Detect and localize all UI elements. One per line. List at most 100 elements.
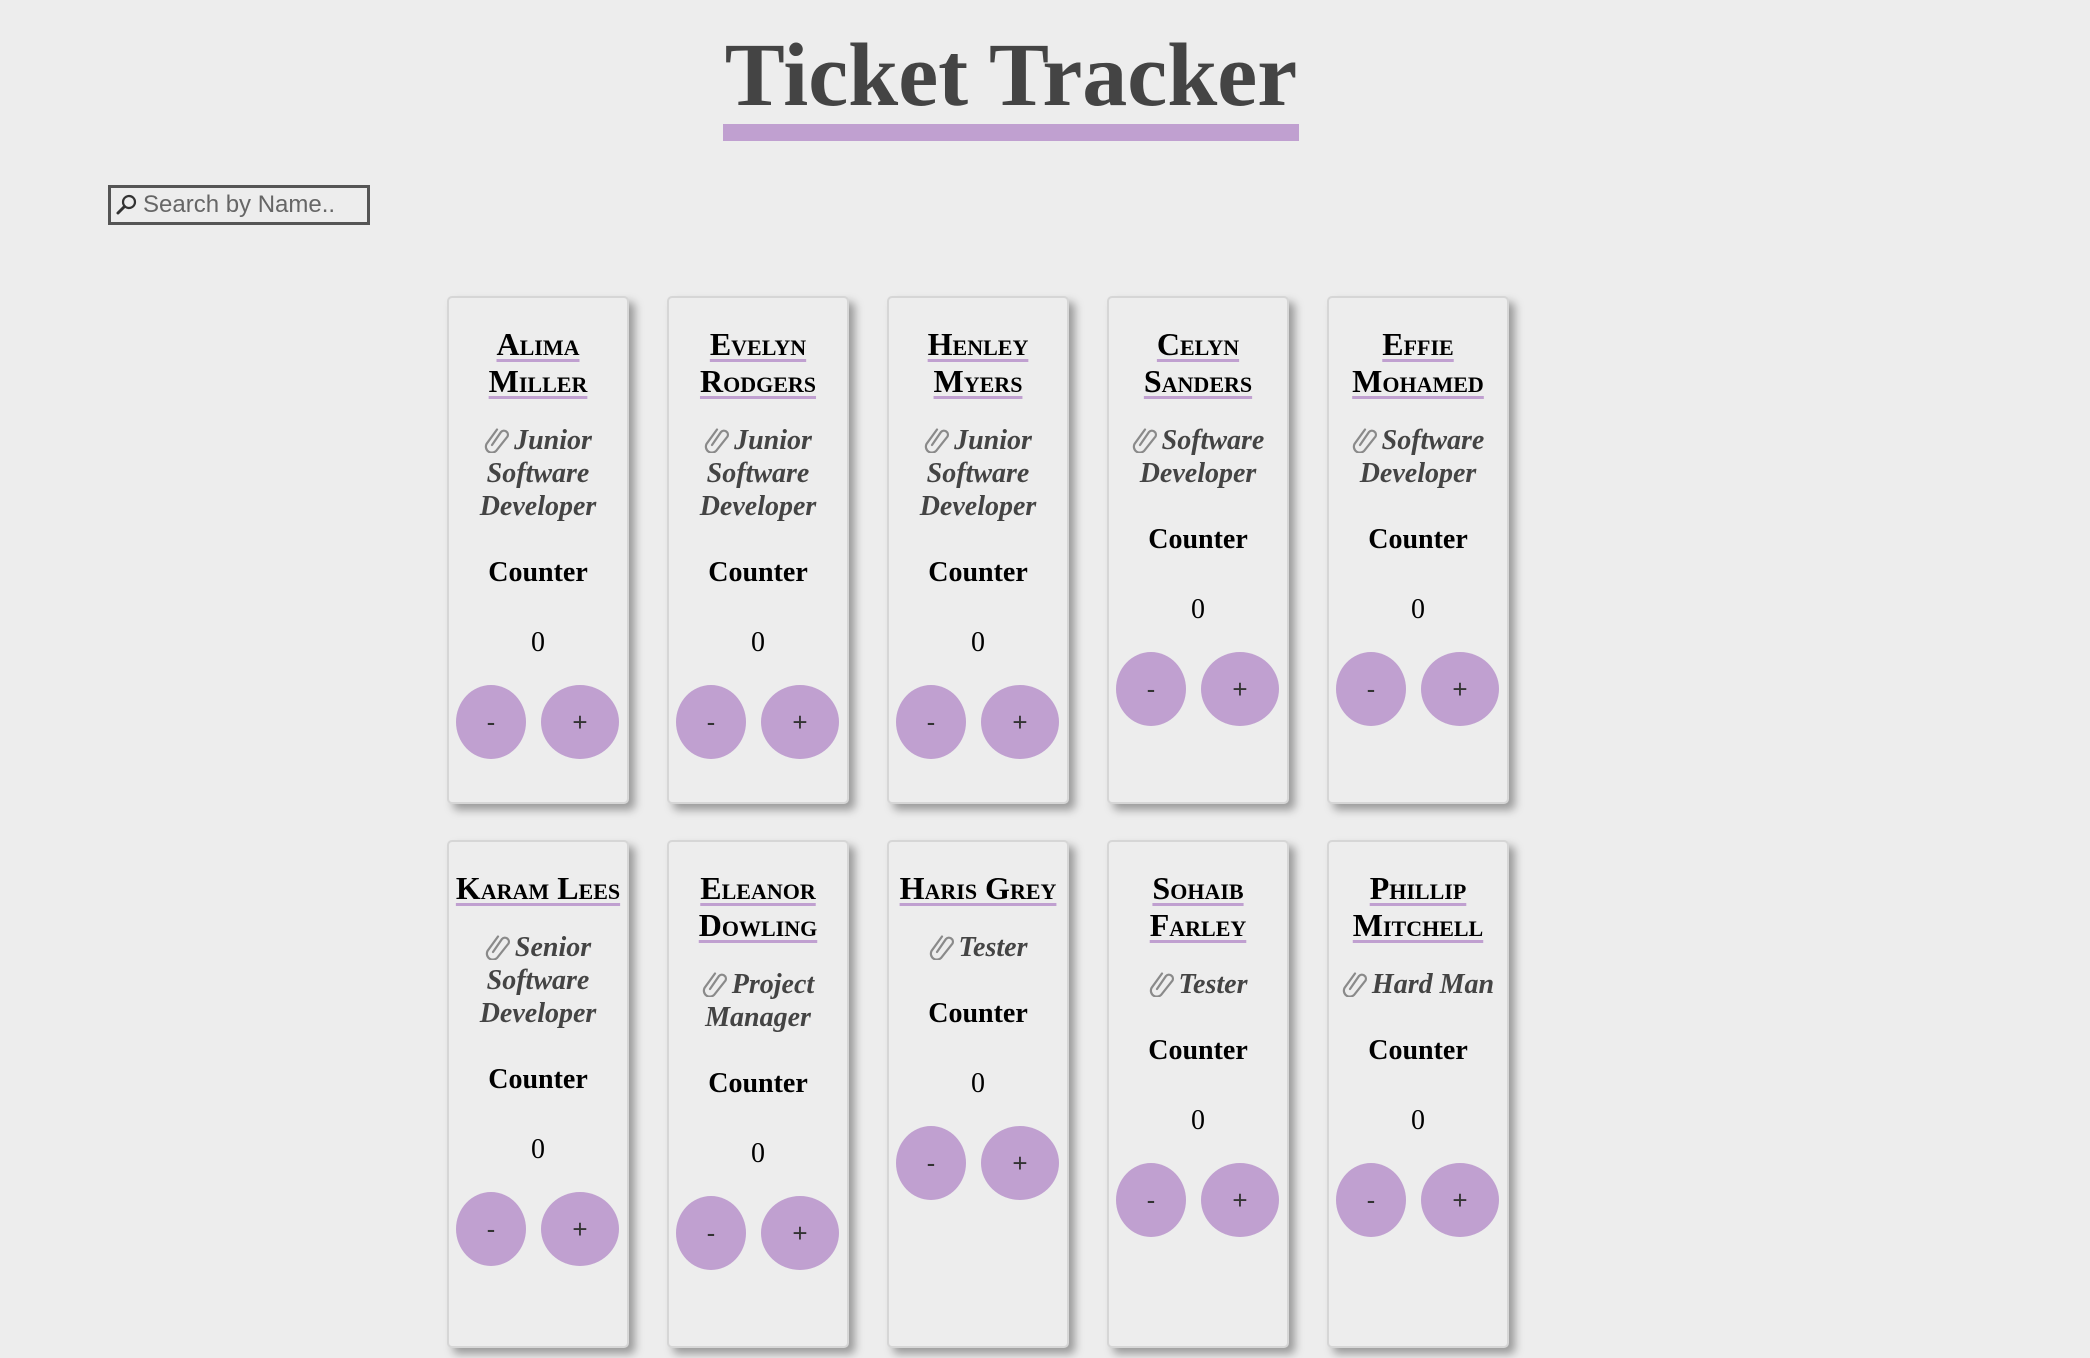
employee-name: Eleanor Dowling [698, 870, 818, 943]
counter-buttons: - + [449, 685, 627, 759]
counter-value: 0 [1411, 1105, 1425, 1136]
counter-buttons: - + [449, 1192, 627, 1266]
counter-buttons: - + [889, 685, 1067, 759]
paperclip-icon [929, 932, 955, 961]
employee-card: Eleanor Dowling Project Manager Counter … [667, 840, 849, 1348]
counter-buttons: - + [669, 685, 847, 759]
paperclip-icon [924, 425, 950, 454]
paperclip-icon [1342, 969, 1368, 998]
decrement-button[interactable]: - [1116, 652, 1186, 726]
app-root: Ticket Tracker Alima Miller Junior Softw… [0, 0, 2090, 1358]
employee-role: Junior Software Developer [889, 424, 1067, 523]
decrement-button[interactable]: - [456, 685, 526, 759]
counter-value: 0 [1191, 594, 1205, 625]
employee-card: Karam Lees Senior Software Developer Cou… [447, 840, 629, 1348]
employee-name: Phillip Mitchell [1352, 870, 1484, 943]
decrement-button[interactable]: - [896, 685, 966, 759]
employee-role-text: Hard Man [1371, 969, 1495, 1000]
counter-label: Counter [1148, 1035, 1248, 1066]
counter-buttons: - + [1329, 652, 1507, 726]
counter-value: 0 [971, 1068, 985, 1099]
counter-label: Counter [708, 557, 808, 588]
increment-button[interactable]: + [761, 685, 839, 759]
paperclip-icon [485, 932, 511, 961]
employee-role: Junior Software Developer [669, 424, 847, 523]
employee-name: Evelyn Rodgers [699, 326, 817, 399]
employee-card: Effie Mohamed Software Developer Counter… [1327, 296, 1509, 804]
employee-name: Celyn Sanders [1143, 326, 1253, 399]
increment-button[interactable]: + [1421, 1163, 1499, 1237]
counter-value: 0 [531, 627, 545, 658]
employee-role-text: Tester [958, 932, 1028, 963]
counter-value: 0 [531, 1134, 545, 1165]
paperclip-icon [1352, 425, 1378, 454]
increment-button[interactable]: + [541, 685, 619, 759]
counter-buttons: - + [669, 1196, 847, 1270]
counter-value: 0 [1191, 1105, 1205, 1136]
decrement-button[interactable]: - [1336, 652, 1406, 726]
employee-card: Henley Myers Junior Software Developer C… [887, 296, 1069, 804]
counter-value: 0 [751, 1138, 765, 1169]
employee-name: Henley Myers [927, 326, 1029, 399]
counter-label: Counter [708, 1068, 808, 1099]
employee-card: Celyn Sanders Software Developer Counter… [1107, 296, 1289, 804]
increment-button[interactable]: + [761, 1196, 839, 1270]
counter-value: 0 [971, 627, 985, 658]
header: Ticket Tracker [0, 28, 2090, 141]
counter-label: Counter [928, 998, 1028, 1029]
increment-button[interactable]: + [541, 1192, 619, 1266]
increment-button[interactable]: + [981, 685, 1059, 759]
counter-label: Counter [488, 1064, 588, 1095]
paperclip-icon [704, 425, 730, 454]
employee-role-text: Tester [1178, 969, 1248, 1000]
search-box[interactable] [108, 185, 370, 225]
increment-button[interactable]: + [1421, 652, 1499, 726]
counter-buttons: - + [1329, 1163, 1507, 1237]
decrement-button[interactable]: - [896, 1126, 966, 1200]
paperclip-icon [702, 969, 728, 998]
counter-buttons: - + [889, 1126, 1067, 1200]
decrement-button[interactable]: - [456, 1192, 526, 1266]
employee-role: Tester [1109, 968, 1287, 1001]
employee-name: Effie Mohamed [1352, 326, 1484, 399]
employee-role: Junior Software Developer [449, 424, 627, 523]
employee-role-text: Software Developer [1359, 425, 1485, 489]
decrement-button[interactable]: - [676, 1196, 746, 1270]
increment-button[interactable]: + [981, 1126, 1059, 1200]
employee-card: Evelyn Rodgers Junior Software Developer… [667, 296, 849, 804]
counter-label: Counter [1148, 524, 1248, 555]
search-input[interactable] [143, 191, 358, 219]
employee-role: Tester [889, 931, 1067, 964]
employee-role: Hard Man [1329, 968, 1507, 1001]
counter-buttons: - + [1109, 1163, 1287, 1237]
employee-card: Sohaib Farley Tester Counter 0 - + [1107, 840, 1289, 1348]
counter-label: Counter [1368, 524, 1468, 555]
employee-role: Senior Software Developer [449, 931, 627, 1030]
employee-role-text: Software Developer [1139, 425, 1265, 489]
employee-card-grid: Alima Miller Junior Software Developer C… [447, 296, 1519, 1348]
employee-name: Haris Grey [899, 870, 1057, 906]
paperclip-icon [1132, 425, 1158, 454]
counter-label: Counter [488, 557, 588, 588]
decrement-button[interactable]: - [1116, 1163, 1186, 1237]
increment-button[interactable]: + [1201, 1163, 1279, 1237]
employee-name: Karam Lees [455, 870, 621, 906]
search-icon [115, 191, 139, 219]
employee-name: Alima Miller [488, 326, 588, 399]
employee-role: Project Manager [669, 968, 847, 1034]
page-title: Ticket Tracker [722, 28, 1300, 141]
decrement-button[interactable]: - [676, 685, 746, 759]
employee-role: Software Developer [1329, 424, 1507, 490]
decrement-button[interactable]: - [1336, 1163, 1406, 1237]
increment-button[interactable]: + [1201, 652, 1279, 726]
employee-role: Software Developer [1109, 424, 1287, 490]
counter-label: Counter [928, 557, 1028, 588]
paperclip-icon [1149, 969, 1175, 998]
employee-card: Haris Grey Tester Counter 0 - + [887, 840, 1069, 1348]
counter-buttons: - + [1109, 652, 1287, 726]
paperclip-icon [484, 425, 510, 454]
counter-value: 0 [751, 627, 765, 658]
employee-card: Phillip Mitchell Hard Man Counter 0 - + [1327, 840, 1509, 1348]
counter-value: 0 [1411, 594, 1425, 625]
employee-name: Sohaib Farley [1149, 870, 1247, 943]
